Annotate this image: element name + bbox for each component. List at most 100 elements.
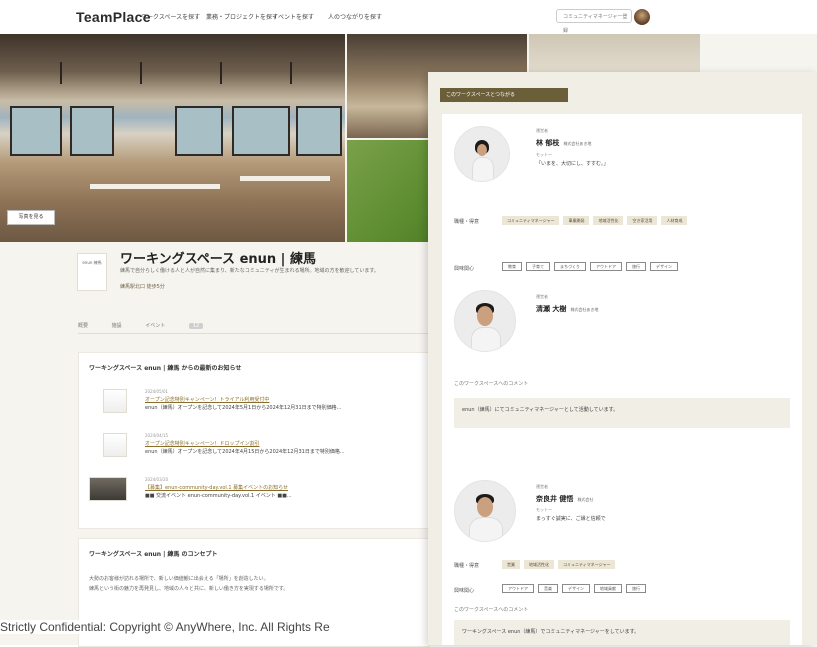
tab-events-label: イベント	[145, 323, 166, 329]
manager-name: 清瀬 大樹 株式会社あき地	[536, 304, 598, 314]
manager-name-text: 清瀬 大樹	[536, 305, 567, 313]
tab-count-badge: 12	[188, 323, 204, 329]
skill-tag[interactable]: 空き家活用	[627, 216, 658, 225]
window-shape	[296, 106, 342, 156]
manager-body-shape	[469, 517, 503, 541]
window-shape	[70, 106, 114, 156]
skills-label: 職種・得意	[454, 219, 480, 225]
view-photos-button[interactable]: 写真を見る	[7, 210, 55, 225]
lamp-shape	[220, 62, 222, 84]
concept-line: 大勢のお客様が訪れる場所で、新しい価値観に出会える「場所」を創造したい。	[89, 576, 269, 582]
manager-head-shape	[477, 144, 487, 156]
skill-tag[interactable]: 事業開発	[563, 216, 590, 225]
tab-facilities[interactable]: 施設	[112, 323, 122, 329]
nav-find-people[interactable]: 人のつながりを探す	[328, 12, 382, 21]
footer-copyright: Strictly Confidential: Copyright © AnyWh…	[0, 620, 334, 634]
interest-tag[interactable]: 旅行	[626, 584, 646, 593]
news-text: ■■ 交流イベント enun-community-day.vol.1 イベント …	[145, 493, 292, 499]
lamp-shape	[60, 62, 62, 84]
top-navigation: TeamPlace ワークスペースを探す 業務・プロジェクトを探す イベントを探…	[0, 0, 817, 34]
skill-tag[interactable]: 地域活性化	[524, 560, 554, 569]
window-shape	[10, 106, 62, 156]
interest-tag[interactable]: アウトドア	[502, 584, 534, 593]
comment-heading: このワークスペースへのコメント	[454, 607, 529, 613]
interest-tag[interactable]: 教育	[502, 262, 522, 271]
skills-tags: コミュニティマネージャー 事業開発 地域活性化 空き家活用 人材育成	[502, 216, 792, 225]
interests-label: 興味関心	[454, 266, 475, 272]
nav-find-workspace[interactable]: ワークスペースを探す	[141, 12, 200, 21]
managers-list: 運営者 林 郁枝 株式会社あき地 モットー 「いまを、大切にし、すすむ。」 職種・…	[442, 114, 802, 645]
news-thumbnail	[103, 389, 127, 413]
skill-tag[interactable]: コミュニティマネージャー	[502, 216, 560, 225]
news-text: enun（練馬）オープンを記念して2024年5月1日から2024年12月31日ま…	[145, 405, 342, 411]
user-avatar[interactable]	[634, 9, 650, 25]
tab-divider	[78, 333, 428, 334]
manager-photo	[454, 480, 516, 542]
manager-company: 株式会社	[577, 497, 594, 502]
manager-name-text: 奈良井 健悟	[536, 495, 574, 503]
interest-tag[interactable]: デザイン	[650, 262, 678, 271]
interest-tag[interactable]: まちづくり	[554, 262, 586, 271]
motto-label: モットー	[536, 507, 552, 512]
manager-company: 株式会社あき地	[563, 141, 592, 146]
interest-tag[interactable]: デザイン	[562, 584, 590, 593]
interest-tag[interactable]: 地域貢献	[594, 584, 622, 593]
manager-photo	[454, 126, 510, 182]
news-link[interactable]: 【募集】enun-community-day.vol.1 募集イベントのお知らせ	[145, 484, 288, 491]
window-shape	[232, 106, 290, 156]
skills-label: 職種・得意	[454, 563, 480, 569]
news-link[interactable]: オープン記念特別キャンペーン！ドロップイン割引	[145, 440, 259, 447]
comment-heading: このワークスペースへのコメント	[454, 381, 529, 387]
skill-tag[interactable]: 地域活性化	[593, 216, 624, 225]
tab-overview[interactable]: 概要	[78, 323, 88, 329]
interest-tag[interactable]: 音楽	[538, 584, 558, 593]
space-location-link[interactable]: 練馬駅北口 徒歩5分	[120, 283, 165, 290]
manager-head-shape	[477, 497, 493, 517]
connect-workspace-button[interactable]: このワークスペースとつながる	[440, 88, 568, 102]
interest-tag[interactable]: 子育て	[526, 262, 550, 271]
interest-tag[interactable]: 旅行	[626, 262, 646, 271]
user-role-select[interactable]: コミュニティマネージャー登録	[556, 9, 632, 34]
concept-title: ワーキングスペース enun | 練馬 のコンセプト	[89, 551, 218, 558]
news-link[interactable]: オープン記念特別キャンペーン！トライアル利用受付中	[145, 396, 269, 403]
interest-tags: 教育 子育て まちづくり アウトドア 旅行 デザイン	[502, 262, 792, 271]
teamplace-logo[interactable]: TeamPlace	[76, 9, 151, 25]
table-shape	[240, 176, 330, 181]
space-description: 練馬で自分らしく働ける人と人が自然に集まり、新たなコミュニティが生まれる場所。地…	[120, 268, 379, 274]
manager-company: 株式会社あき地	[570, 307, 599, 312]
news-thumbnail	[89, 477, 127, 501]
nav-find-event[interactable]: イベントを探す	[272, 12, 314, 21]
skills-tags: 営業 地域活性化 コミュニティマネージャー	[502, 560, 792, 569]
news-date: 2024/03/20	[145, 477, 169, 482]
space-logo: enun 練馬	[77, 253, 107, 291]
space-title: ワーキングスペース enun | 練馬	[120, 252, 316, 267]
manager-comment: ワーキングスペース enun（練馬）でコミュニティマネージャーをしています。	[454, 620, 790, 645]
manager-role: 運営者	[536, 294, 548, 299]
manager-comment: enun（練馬）にてコミュニティマネージャーとして活動しています。	[454, 398, 790, 428]
interest-tags: アウトドア 音楽 デザイン 地域貢献 旅行	[502, 584, 792, 593]
news-title: ワーキングスペース enun | 練馬 からの最新のお知らせ	[89, 365, 242, 372]
interests-label: 興味関心	[454, 588, 475, 594]
lamp-shape	[140, 62, 142, 84]
manager-photo	[454, 290, 516, 352]
tab-events[interactable]: イベント 12	[145, 323, 225, 329]
manager-body-shape	[472, 157, 494, 181]
news-date: 2024/05/01	[145, 389, 169, 394]
manager-role: 運営者	[536, 128, 548, 133]
manager-motto: 「いまを、大切にし、すすむ。」	[536, 161, 609, 167]
space-tabs: 概要 施設 イベント 12	[78, 322, 247, 329]
manager-motto: まっすぐ誠実に、ご縁と信頼で	[536, 516, 606, 522]
interest-tag[interactable]: アウトドア	[590, 262, 622, 271]
skill-tag[interactable]: コミュニティマネージャー	[558, 560, 616, 569]
nav-find-project[interactable]: 業務・プロジェクトを探す	[206, 12, 278, 21]
motto-label: モットー	[536, 152, 552, 157]
news-date: 2024/04/15	[145, 433, 169, 438]
news-card: ワーキングスペース enun | 練馬 からの最新のお知らせ 2024/05/0…	[78, 352, 430, 529]
manager-name: 奈良井 健悟 株式会社	[536, 494, 593, 504]
window-shape	[175, 106, 223, 156]
manager-name: 林 郁枝 株式会社あき地	[536, 138, 591, 148]
skill-tag[interactable]: 営業	[502, 560, 520, 569]
skill-tag[interactable]: 人材育成	[661, 216, 688, 225]
manager-head-shape	[477, 306, 493, 326]
manager-role: 運営者	[536, 484, 548, 489]
